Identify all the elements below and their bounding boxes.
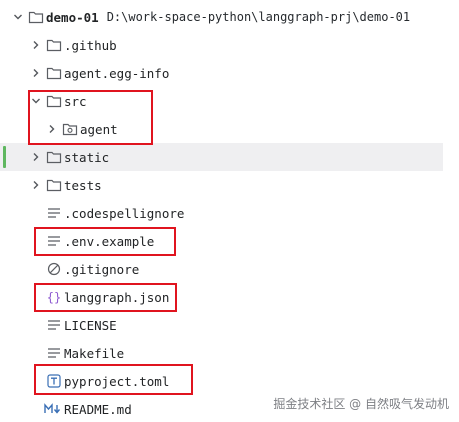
tree-item-static[interactable]: static	[0, 143, 443, 171]
tree-item-label: .github	[64, 37, 117, 53]
tree-item-makefile[interactable]: Makefile	[0, 339, 443, 367]
chevron-right-icon[interactable]	[46, 123, 58, 135]
folder-icon	[46, 37, 62, 53]
project-path: D:\work-space-python\langgraph-prj\demo-…	[106, 10, 411, 24]
tree-item-label: .codespellignore	[64, 205, 185, 221]
tree-item-label: README.md	[64, 401, 132, 417]
folder-icon	[46, 149, 62, 165]
folder-icon	[46, 93, 62, 109]
svg-text:{}: {}	[47, 291, 61, 305]
toml-file-icon	[46, 373, 62, 389]
tree-item-github[interactable]: .github	[0, 31, 443, 59]
package-folder-icon	[62, 121, 78, 137]
tree-item-label: src	[64, 93, 87, 109]
ignore-file-icon	[46, 261, 62, 277]
tree-item-label: langgraph.json	[64, 289, 170, 305]
tree-item-agent[interactable]: agent	[0, 115, 443, 143]
chevron-right-icon[interactable]	[30, 39, 42, 51]
folder-icon	[46, 177, 62, 193]
watermark: 掘金技术社区 @ 自然吸气发动机	[273, 397, 449, 411]
tree-item-label: agent	[80, 121, 118, 137]
tree-item-label: Makefile	[64, 345, 125, 361]
tree-root-demo-01[interactable]: demo-01 D:\work-space-python\langgraph-p…	[0, 3, 443, 31]
chevron-right-icon[interactable]	[30, 179, 42, 191]
tree-item-agent-egg-info[interactable]: agent.egg-info	[0, 59, 443, 87]
tree-item-label: tests	[64, 177, 102, 193]
text-file-icon	[46, 205, 62, 221]
chevron-down-icon[interactable]	[12, 11, 24, 23]
tree-item-codespellignore[interactable]: .codespellignore	[0, 199, 443, 227]
text-file-icon	[46, 317, 62, 333]
tree-item-label: agent.egg-info	[64, 65, 170, 81]
text-file-icon	[46, 233, 62, 249]
tree-item-label: static	[64, 149, 110, 165]
tree-item-label: .gitignore	[64, 261, 140, 277]
json-file-icon: {}	[46, 289, 62, 305]
chevron-right-icon[interactable]	[30, 151, 42, 163]
folder-icon	[28, 9, 44, 25]
chevron-down-icon[interactable]	[30, 95, 42, 107]
chevron-right-icon[interactable]	[30, 67, 42, 79]
project-name: demo-01	[46, 9, 99, 25]
project-tree: demo-01 D:\work-space-python\langgraph-p…	[0, 0, 459, 422]
markdown-file-icon	[44, 401, 62, 417]
tree-item-label: pyproject.toml	[64, 373, 170, 389]
folder-icon	[46, 65, 62, 81]
tree-item-gitignore[interactable]: .gitignore	[0, 255, 443, 283]
text-file-icon	[46, 345, 62, 361]
tree-item-pyproject-toml[interactable]: pyproject.toml	[0, 367, 443, 395]
tree-item-label: .env.example	[64, 233, 155, 249]
tree-item-tests[interactable]: tests	[0, 171, 443, 199]
tree-item-langgraph-json[interactable]: {} langgraph.json	[0, 283, 443, 311]
tree-item-src[interactable]: src	[0, 87, 443, 115]
tree-item-license[interactable]: LICENSE	[0, 311, 443, 339]
change-marker	[3, 146, 6, 168]
tree-item-env-example[interactable]: .env.example	[0, 227, 443, 255]
tree-item-label: LICENSE	[64, 317, 117, 333]
